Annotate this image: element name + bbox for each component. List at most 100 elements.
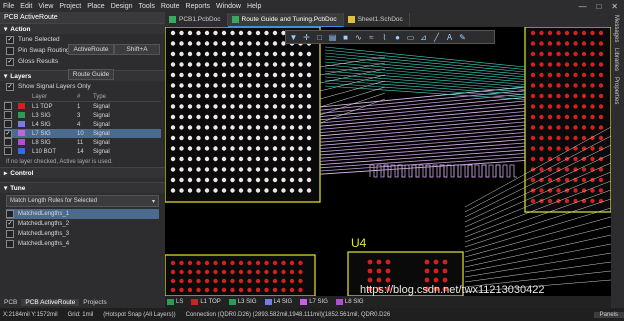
via-icon[interactable]: ● [393, 33, 402, 42]
menu-reports[interactable]: Reports [183, 3, 214, 10]
layer-row[interactable]: L8 SIG 11 Signal [4, 137, 161, 147]
layer-checkbox[interactable] [4, 110, 12, 119]
pcb-pad [289, 104, 295, 109]
libraries-tab[interactable]: Libraries [611, 45, 621, 74]
close-button[interactable]: ✕ [611, 2, 618, 11]
tab-route-guide[interactable]: Route Guide and Tuning.PcbDoc [227, 13, 344, 28]
pcb-pad [530, 146, 536, 151]
show-signal-option[interactable]: ✓ Show Signal Layers Only [0, 81, 165, 92]
tab-pcb-activeroute[interactable]: PCB ActiveRoute [21, 298, 80, 306]
rule-checkbox[interactable]: ✓ [6, 220, 14, 228]
layer-row[interactable]: L1 TOP 1 Signal [4, 101, 161, 111]
show-signal-checkbox[interactable]: ✓ [6, 82, 14, 91]
gloss-option[interactable]: ✓ Gloss Results [0, 56, 165, 67]
pcb-pad [247, 287, 252, 293]
pcb-doc-icon [231, 16, 239, 23]
tune-rules-dropdown[interactable]: Match Length Rules for Selected ▾ [6, 195, 159, 207]
pcb-pad [289, 188, 295, 193]
select-rect-icon[interactable]: □ [315, 33, 324, 42]
menu-window[interactable]: Window [213, 3, 244, 10]
layer-tab[interactable]: L7 SIG [298, 299, 330, 305]
layer-row[interactable]: L3 SIG 3 Signal [4, 110, 161, 120]
filter-icon[interactable]: ▼ [289, 33, 298, 42]
menu-edit[interactable]: Edit [17, 3, 35, 10]
pcb-pad [306, 156, 312, 162]
layer-checkbox[interactable]: ✓ [4, 129, 12, 138]
text-icon[interactable]: A [445, 33, 454, 42]
move-icon[interactable]: ✛ [302, 33, 311, 42]
messages-tab[interactable]: Messages [611, 12, 621, 45]
pcb-pad [221, 41, 227, 46]
right-panel-tabs: Messages Libraries Properties [611, 12, 624, 308]
pcb-pad [590, 188, 595, 193]
layer-row[interactable]: ✓ L7 SIG 10 Signal [4, 129, 161, 138]
gloss-checkbox[interactable]: ✓ [6, 57, 14, 66]
matched-length-rule[interactable]: MatchedLengths_1 [6, 209, 159, 219]
layer-checkbox[interactable] [4, 137, 12, 146]
tune-section-header[interactable]: ▾ Tune [0, 182, 165, 193]
pcb-pad [238, 30, 244, 36]
layer-checkbox[interactable] [4, 119, 12, 128]
menu-place[interactable]: Place [84, 3, 108, 10]
layer-tab[interactable]: LS [165, 299, 185, 305]
rule-checkbox[interactable] [6, 230, 14, 238]
pcb-pad [298, 146, 303, 151]
matched-length-rule[interactable]: MatchedLengths_3 [6, 229, 159, 239]
layer-tab[interactable]: L1 TOP [189, 299, 222, 305]
control-section-header[interactable]: ▸ Control [0, 167, 165, 178]
menu-route[interactable]: Route [158, 3, 183, 10]
properties-tab[interactable]: Properties [611, 74, 621, 107]
matched-length-rule[interactable]: ✓ MatchedLengths_2 [6, 219, 159, 229]
activeroute-shortcut[interactable]: Shift+A [114, 44, 160, 55]
route-icon[interactable]: ∿ [354, 33, 363, 42]
align-icon[interactable]: ▤ [328, 33, 337, 42]
tab-sheet1[interactable]: Sheet1.SchDoc [344, 13, 410, 26]
pcb-pad [179, 188, 184, 193]
tune-icon[interactable]: ⌇ [380, 33, 389, 42]
layer-tab[interactable]: L3 SIG [227, 299, 259, 305]
minimize-button[interactable]: — [578, 2, 586, 11]
layer-row[interactable]: L4 SIG 4 Signal [4, 119, 161, 129]
tab-pcb[interactable]: PCB [0, 299, 21, 306]
tune-selected-checkbox[interactable]: ✓ [6, 35, 14, 44]
rule-checkbox[interactable] [6, 240, 14, 248]
pcb-pad [255, 269, 261, 275]
tab-projects[interactable]: Projects [79, 299, 110, 306]
layer-checkbox[interactable] [4, 146, 12, 155]
menu-help[interactable]: Help [244, 3, 264, 10]
pcb-canvas[interactable]: U4 https://blog.csdn.net/twx11213030422 [165, 27, 611, 296]
maximize-button[interactable]: □ [596, 2, 601, 11]
panels-button[interactable]: Panels [593, 311, 624, 318]
menu-design[interactable]: Design [108, 3, 136, 10]
line-icon[interactable]: ╱ [432, 33, 441, 42]
pin-swap-checkbox[interactable] [6, 46, 14, 55]
action-section-header[interactable]: ▾ Action [0, 23, 165, 34]
pcb-pad [272, 188, 278, 193]
pcb-pad [581, 83, 587, 88]
keepout-icon[interactable]: ▭ [406, 33, 415, 42]
matched-length-rule[interactable]: MatchedLengths_4 [6, 239, 159, 249]
component-icon[interactable]: ■ [341, 33, 350, 42]
menu-view[interactable]: View [35, 3, 56, 10]
pcb-pad [573, 93, 578, 99]
pcb-pad [590, 83, 595, 88]
activeroute-button[interactable]: ActiveRoute [68, 44, 114, 55]
pcb-trace [319, 118, 526, 137]
panel-title: PCB ActiveRoute [0, 12, 165, 23]
pcb-pad [264, 104, 269, 109]
tab-pcb1[interactable]: PCB1.PcbDoc [165, 13, 228, 26]
layer-tab[interactable]: L8 SIG [334, 299, 366, 305]
layer-tab[interactable]: L4 SIG [263, 299, 295, 305]
pcb-pad [264, 30, 269, 36]
menu-project[interactable]: Project [56, 3, 84, 10]
pen-icon[interactable]: ✎ [458, 33, 467, 42]
dimension-icon[interactable]: ⊿ [419, 33, 428, 42]
layer-checkbox[interactable] [4, 101, 12, 110]
layer-row[interactable]: L10 BOT 14 Signal [4, 146, 161, 156]
menu-file[interactable]: File [0, 3, 17, 10]
diff-pair-icon[interactable]: ≈ [367, 33, 376, 42]
pcb-pad [272, 278, 278, 284]
route-guide-button[interactable]: Route Guide [68, 69, 114, 80]
menu-tools[interactable]: Tools [136, 3, 158, 10]
rule-checkbox[interactable] [6, 210, 14, 218]
